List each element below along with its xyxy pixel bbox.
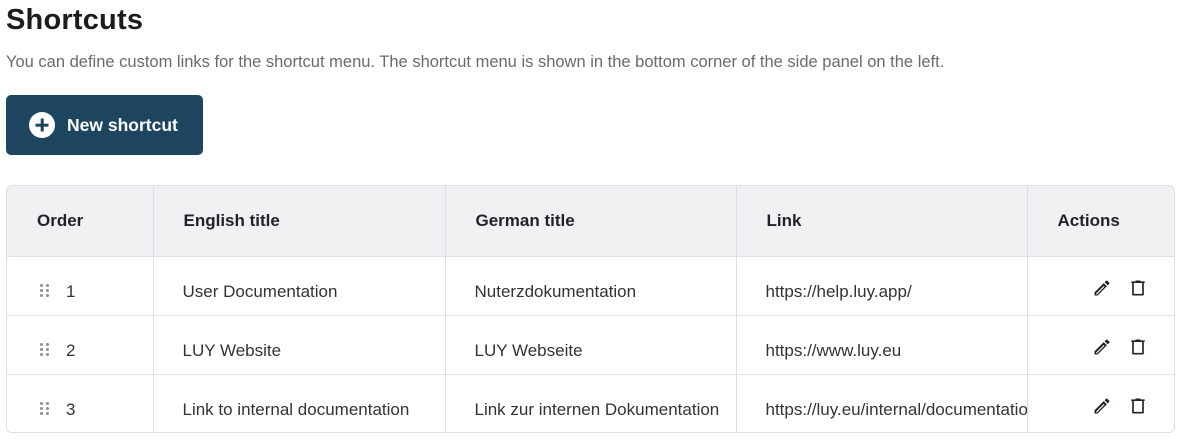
trash-icon[interactable] bbox=[1127, 395, 1149, 417]
english-title-cell: Link to internal documentation bbox=[153, 374, 446, 432]
order-value: 2 bbox=[66, 340, 76, 360]
order-value: 3 bbox=[66, 399, 76, 419]
column-header-link[interactable]: Link bbox=[736, 186, 1028, 257]
table-row: 3 Link to internal documentation Link zu… bbox=[7, 374, 1174, 432]
order-cell: 3 bbox=[7, 374, 154, 432]
table-row: 2 LUY Website LUY Webseite https://www.l… bbox=[7, 315, 1174, 375]
pencil-icon[interactable] bbox=[1091, 277, 1113, 299]
actions-cell bbox=[1027, 256, 1174, 316]
english-title-cell: User Documentation bbox=[153, 256, 446, 316]
order-value: 1 bbox=[66, 281, 76, 301]
plus-circle-icon bbox=[29, 112, 55, 138]
order-cell: 2 bbox=[7, 315, 154, 375]
new-shortcut-label: New shortcut bbox=[67, 114, 178, 135]
german-title-cell: Link zur internen Dokumentation bbox=[445, 374, 737, 432]
drag-handle-icon[interactable] bbox=[40, 342, 50, 357]
link-cell: https://www.luy.eu bbox=[736, 315, 1028, 375]
new-shortcut-button[interactable]: New shortcut bbox=[6, 95, 203, 155]
column-header-order[interactable]: Order bbox=[7, 186, 154, 257]
german-title-cell: Nuterzdokumentation bbox=[445, 256, 737, 316]
column-header-german-title[interactable]: German title bbox=[445, 186, 737, 257]
page-description: You can define custom links for the shor… bbox=[6, 53, 945, 71]
drag-handle-icon[interactable] bbox=[40, 401, 50, 416]
german-title-cell: LUY Webseite bbox=[445, 315, 737, 375]
column-header-actions: Actions bbox=[1027, 186, 1174, 257]
table-row: 1 User Documentation Nuterzdokumentation… bbox=[7, 256, 1174, 316]
shortcuts-table: Order English title German title Link Ac… bbox=[6, 185, 1175, 433]
actions-cell bbox=[1027, 315, 1174, 375]
column-header-english-title[interactable]: English title bbox=[153, 186, 446, 257]
trash-icon[interactable] bbox=[1127, 336, 1149, 358]
order-cell: 1 bbox=[7, 256, 154, 316]
trash-icon[interactable] bbox=[1127, 277, 1149, 299]
table-header-row: Order English title German title Link Ac… bbox=[7, 186, 1174, 257]
pencil-icon[interactable] bbox=[1091, 336, 1113, 358]
link-cell: https://luy.eu/internal/documentation bbox=[736, 374, 1028, 432]
page-title: Shortcuts bbox=[6, 4, 144, 36]
english-title-cell: LUY Website bbox=[153, 315, 446, 375]
actions-cell bbox=[1027, 374, 1174, 432]
pencil-icon[interactable] bbox=[1091, 395, 1113, 417]
drag-handle-icon[interactable] bbox=[40, 283, 50, 298]
link-cell: https://help.luy.app/ bbox=[736, 256, 1028, 316]
